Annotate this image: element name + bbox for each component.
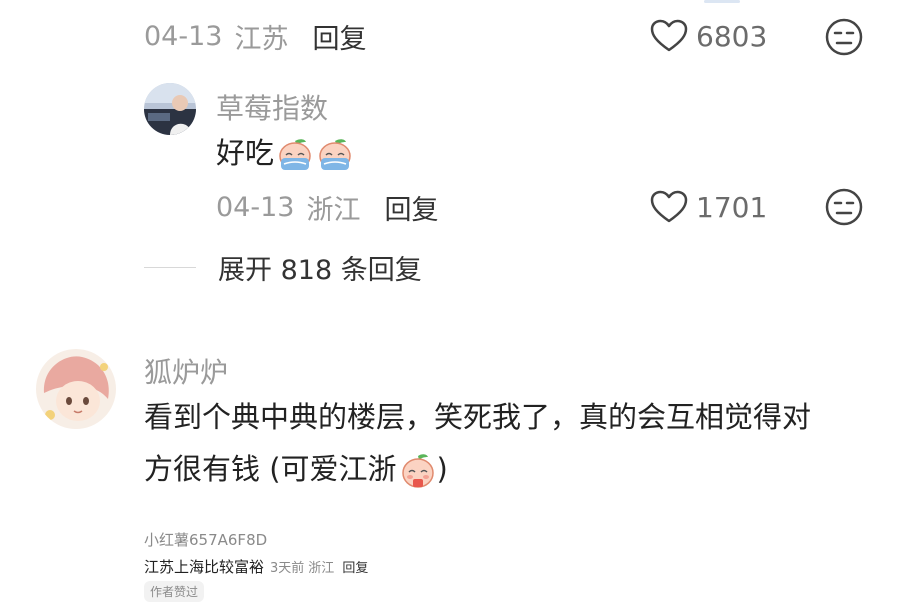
user-avatar-image bbox=[144, 83, 196, 135]
neutral-face-icon[interactable] bbox=[824, 187, 864, 227]
user-avatar-image bbox=[36, 349, 116, 429]
reply-location: 浙江 bbox=[306, 195, 361, 226]
top-edge-indicator bbox=[704, 0, 740, 3]
avatar[interactable] bbox=[144, 83, 196, 135]
expand-replies-button[interactable]: 展开 818 条回复 bbox=[144, 248, 422, 287]
avatar[interactable] bbox=[36, 349, 116, 429]
expand-replies-label: 展开 818 条回复 bbox=[218, 255, 422, 286]
divider bbox=[144, 267, 196, 268]
crying-peach-emoji bbox=[279, 139, 311, 170]
like-count: 1701 bbox=[696, 190, 768, 224]
comment-text-line1: 看到个典中典的楼层，笑死我了，真的会互相觉得对 bbox=[144, 400, 812, 434]
crying-peach-emoji bbox=[319, 139, 351, 170]
comment-text-line2: 方很有钱 (可爱江浙 bbox=[144, 452, 397, 486]
heart-icon bbox=[650, 190, 688, 223]
username[interactable]: 草莓指数 bbox=[216, 87, 328, 127]
username[interactable]: 狐炉炉 bbox=[144, 351, 228, 391]
like-count: 6803 bbox=[696, 19, 768, 53]
reply-button[interactable]: 回复 bbox=[312, 17, 366, 56]
sub-reply-row: 江苏上海比较富裕 3天前 浙江 回复 bbox=[144, 556, 368, 577]
comment-location: 江苏 bbox=[234, 24, 289, 55]
sub-reply-username[interactable]: 小红薯657A6F8D bbox=[144, 529, 267, 550]
reply-meta-row: 04-13 浙江 回复 bbox=[216, 188, 438, 227]
reply-date: 04-13 bbox=[216, 192, 295, 223]
comment-text-line2-wrap: 方很有钱 (可爱江浙 ) bbox=[144, 443, 884, 495]
reply-button[interactable]: 回复 bbox=[384, 188, 438, 227]
sub-reply-text: 江苏上海比较富裕 bbox=[144, 558, 265, 576]
like-button[interactable]: 1701 bbox=[650, 190, 767, 224]
like-button[interactable]: 6803 bbox=[650, 19, 767, 53]
comment-text: 好吃 bbox=[216, 127, 354, 179]
sub-reply-time: 3天前 bbox=[270, 561, 305, 576]
neutral-face-icon[interactable] bbox=[824, 17, 864, 57]
comment-text: 看到个典中典的楼层，笑死我了，真的会互相觉得对 方很有钱 (可爱江浙 ) bbox=[144, 391, 884, 495]
comment-date: 04-13 bbox=[144, 21, 223, 52]
comment-text-line2-end: ) bbox=[436, 452, 448, 486]
sub-reply-location: 浙江 bbox=[308, 561, 335, 576]
heart-icon bbox=[650, 19, 688, 52]
cute-peach-emoji bbox=[401, 454, 434, 488]
comment-meta-row: 04-13 江苏 回复 bbox=[144, 17, 366, 56]
comment-text-body: 好吃 bbox=[216, 136, 275, 170]
reply-button[interactable]: 回复 bbox=[342, 557, 368, 576]
